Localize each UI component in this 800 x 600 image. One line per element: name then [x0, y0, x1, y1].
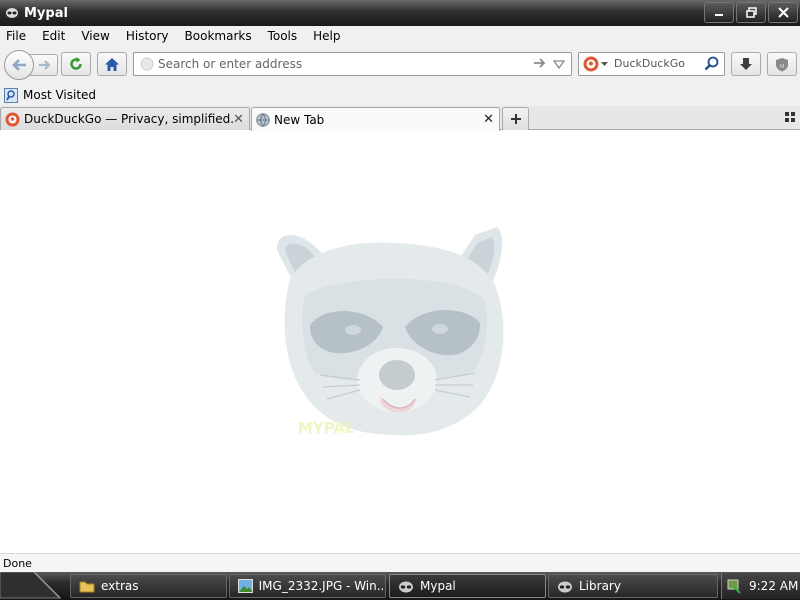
mypal-app-icon	[4, 5, 20, 21]
downloads-button[interactable]	[731, 52, 761, 76]
taskbar-item-library[interactable]: Library	[548, 574, 718, 598]
minimize-icon	[715, 13, 723, 16]
title-bar: Mypal	[0, 0, 800, 26]
menu-edit[interactable]: Edit	[34, 29, 73, 43]
restore-button[interactable]	[736, 2, 766, 23]
back-button[interactable]	[4, 50, 34, 80]
tab-new-tab[interactable]: New Tab ✕	[251, 107, 500, 131]
menu-tools[interactable]: Tools	[260, 29, 306, 43]
tab-grid-icon[interactable]	[784, 111, 796, 126]
search-engine-selector[interactable]	[583, 56, 608, 72]
plus-icon	[510, 114, 521, 124]
ublock-button[interactable]: u	[767, 52, 797, 76]
taskbar-label: Mypal	[420, 579, 456, 593]
status-bar: Done	[0, 553, 800, 572]
start-button[interactable]	[0, 571, 70, 600]
globe-icon	[256, 112, 270, 127]
search-bar[interactable]: DuckDuckGo	[578, 52, 725, 76]
close-window-button[interactable]	[768, 2, 798, 23]
page-content: MYPAL	[0, 130, 800, 553]
search-icon[interactable]	[704, 56, 719, 74]
history-dropdown-icon[interactable]	[552, 58, 566, 72]
svg-text:u: u	[780, 61, 784, 69]
close-icon	[777, 7, 789, 18]
taskbar-item-image-viewer[interactable]: IMG_2332.JPG - Win...	[229, 574, 386, 598]
mypal-logo-text: MYPAL	[298, 419, 355, 437]
mypal-raccoon-icon	[399, 581, 413, 592]
navigation-toolbar: DuckDuckGo u	[0, 46, 800, 84]
page-identity-icon	[140, 57, 154, 74]
taskbar-label: Library	[579, 579, 621, 593]
taskbar: extras IMG_2332.JPG - Win... Mypal Libra…	[0, 571, 800, 600]
home-button[interactable]	[97, 52, 127, 76]
tab-label: New Tab	[274, 112, 325, 127]
system-tray: 9:22 AM	[721, 573, 800, 599]
start-menu-icon	[0, 571, 62, 599]
clock[interactable]: 9:22 AM	[749, 579, 798, 593]
taskbar-label: IMG_2332.JPG - Win...	[258, 579, 385, 593]
taskbar-item-mypal[interactable]: Mypal	[389, 574, 546, 598]
taskbar-item-extras[interactable]: extras	[70, 574, 227, 598]
new-tab-button[interactable]	[502, 107, 529, 130]
search-placeholder: DuckDuckGo	[614, 57, 685, 70]
menu-history[interactable]: History	[118, 29, 177, 43]
tab-duckduckgo[interactable]: DuckDuckGo — Privacy, simplified. ✕	[0, 107, 250, 130]
address-bar[interactable]	[133, 52, 572, 76]
minimize-button[interactable]	[704, 2, 734, 23]
menu-file[interactable]: File	[0, 29, 34, 43]
bookmark-label: Most Visited	[23, 88, 97, 102]
menu-bar: File Edit View History Bookmarks Tools H…	[0, 26, 800, 46]
chevron-down-icon	[601, 62, 608, 66]
go-arrow-icon[interactable]	[533, 57, 547, 72]
tab-label: DuckDuckGo — Privacy, simplified.	[24, 112, 235, 126]
forward-arrow-icon	[39, 60, 51, 70]
status-text: Done	[3, 557, 32, 570]
image-file-icon	[238, 579, 253, 593]
url-input[interactable]	[158, 55, 528, 73]
bookmark-most-visited[interactable]: Most Visited	[4, 87, 97, 103]
download-arrow-icon	[740, 57, 752, 70]
mypal-raccoon-logo: MYPAL	[276, 227, 504, 437]
close-tab-icon[interactable]: ✕	[233, 112, 244, 127]
most-visited-icon	[4, 87, 18, 103]
close-tab-icon[interactable]: ✕	[483, 112, 494, 127]
duckduckgo-favicon-icon	[5, 112, 20, 126]
menu-view[interactable]: View	[73, 29, 117, 43]
reload-icon	[70, 57, 82, 70]
tab-strip: DuckDuckGo — Privacy, simplified. ✕ New …	[0, 106, 800, 131]
window-title: Mypal	[24, 5, 68, 21]
library-icon	[558, 581, 572, 592]
folder-icon	[79, 581, 95, 592]
taskbar-label: extras	[101, 579, 139, 593]
restore-icon	[745, 7, 757, 18]
home-icon	[105, 57, 119, 71]
network-tray-icon[interactable]	[727, 578, 741, 594]
reload-button[interactable]	[61, 52, 91, 76]
back-arrow-icon	[12, 59, 26, 71]
bookmarks-toolbar: Most Visited	[0, 84, 800, 106]
ublock-shield-icon: u	[776, 57, 788, 71]
menu-bookmarks[interactable]: Bookmarks	[177, 29, 260, 43]
menu-help[interactable]: Help	[305, 29, 348, 43]
duckduckgo-icon	[583, 56, 599, 72]
